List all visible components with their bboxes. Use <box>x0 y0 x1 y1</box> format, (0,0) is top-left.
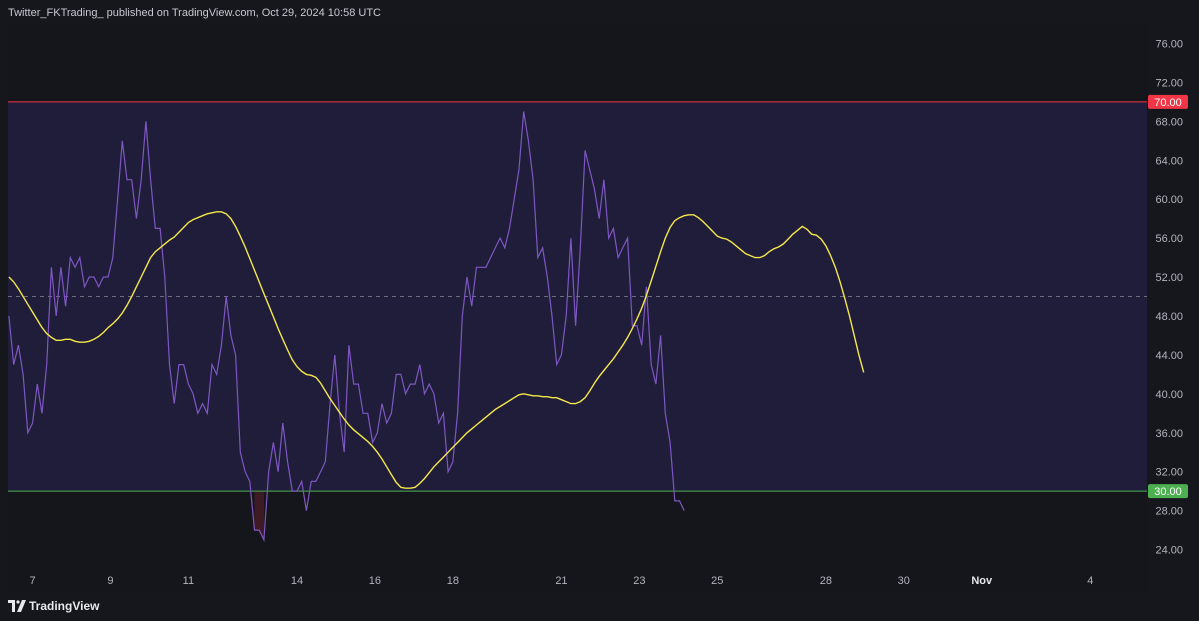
rsi-chart-svg[interactable]: 76.00 72.00 68.00 64.00 60.00 56.00 52.00 48.00… <box>0 24 1199 591</box>
x-tick-label: 4 <box>1087 575 1093 587</box>
published-caption: Twitter_FKTrading_ published on TradingV… <box>8 7 381 19</box>
y-tick-label: 72.00 <box>1155 77 1183 89</box>
overbought-badge-label: 70.00 <box>1154 97 1182 109</box>
oversold-badge-label: 30.00 <box>1154 486 1182 498</box>
tradingview-logo-icon <box>8 600 26 612</box>
y-tick-label: 68.00 <box>1155 116 1183 128</box>
x-tick-label: 25 <box>711 575 723 587</box>
y-tick-label: 44.00 <box>1155 350 1183 362</box>
y-tick-label: 40.00 <box>1155 389 1183 401</box>
x-tick-label: 23 <box>633 575 645 587</box>
x-tick-label: 9 <box>107 575 113 587</box>
chart-footer: TradingView <box>0 591 1199 621</box>
y-tick-label: 28.00 <box>1155 506 1183 518</box>
brand-name: TradingView <box>29 599 100 613</box>
y-tick-label: 52.00 <box>1155 272 1183 284</box>
y-tick-label: 64.00 <box>1155 155 1183 167</box>
overbought-badge: 70.00 <box>1148 94 1188 109</box>
y-tick-label: 32.00 <box>1155 467 1183 479</box>
rsi-chart[interactable]: 76.00 72.00 68.00 64.00 60.00 56.00 52.00 48.00… <box>0 24 1199 591</box>
x-tick-label: 30 <box>898 575 910 587</box>
y-tick-label: 36.00 <box>1155 428 1183 440</box>
y-tick-label: 56.00 <box>1155 233 1183 245</box>
oversold-badge: 30.00 <box>1148 484 1188 499</box>
x-tick-label: 21 <box>555 575 567 587</box>
x-tick-label: Nov <box>971 575 993 587</box>
y-tick-label: 24.00 <box>1155 545 1183 557</box>
y-tick-label: 60.00 <box>1155 194 1183 206</box>
y-tick-label: 76.00 <box>1155 38 1183 50</box>
x-tick-label: 7 <box>29 575 35 587</box>
x-tick-label: 14 <box>291 575 303 587</box>
x-tick-label: 11 <box>183 575 194 587</box>
chart-header: Twitter_FKTrading_ published on TradingV… <box>0 0 1199 24</box>
x-tick-label: 28 <box>820 575 832 587</box>
x-tick-label: 18 <box>447 575 459 587</box>
x-tick-label: 16 <box>369 575 381 587</box>
y-tick-label: 48.00 <box>1155 311 1183 323</box>
tradingview-brand[interactable]: TradingView <box>8 599 99 613</box>
